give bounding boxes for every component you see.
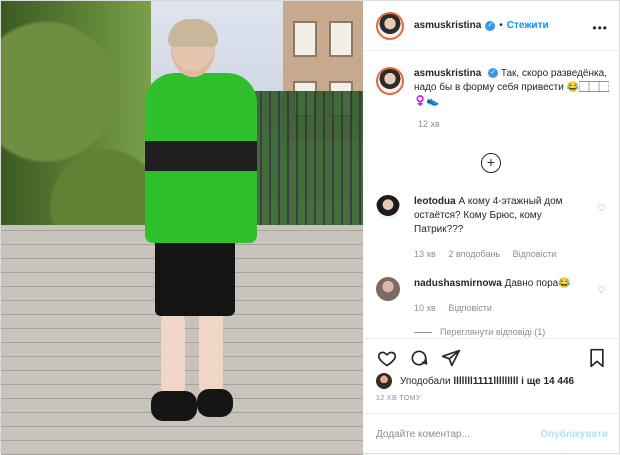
comment-icon-svg [411, 350, 428, 365]
share-icon[interactable] [440, 347, 462, 369]
instagram-post: asmuskristina ✓ • Стежити ••• asmuskrist… [0, 0, 620, 455]
view-replies-button[interactable]: Переглянути відповіді (1) [414, 327, 545, 337]
post-panel: asmuskristina ✓ • Стежити ••• asmuskrist… [364, 1, 620, 455]
caption-username[interactable]: asmuskristina [414, 68, 481, 79]
photo-person [141, 19, 261, 441]
bookmark-icon-svg [590, 348, 604, 367]
comment-avatar[interactable] [376, 195, 400, 219]
post-caption: asmuskristina ✓ Так, скоро разведёнка, н… [376, 67, 612, 129]
person-shoe [197, 389, 233, 417]
comment-text: Давно пора😂 [504, 278, 571, 289]
author-avatar[interactable] [376, 11, 404, 40]
replies-divider [414, 332, 432, 334]
verified-badge-icon: ✓ [488, 68, 499, 79]
comment-username[interactable]: leotodua [414, 196, 456, 207]
comment-username[interactable]: nadushasmirnowa [414, 278, 502, 289]
post-header: asmuskristina ✓ • Стежити ••• [364, 1, 620, 51]
comment-like-heart-icon[interactable]: ♡ [597, 285, 606, 296]
view-replies-label[interactable]: Переглянути відповіді (1) [440, 327, 545, 337]
post-photo[interactable] [1, 1, 363, 455]
person-hair [168, 19, 218, 47]
caption-avatar[interactable] [376, 67, 404, 95]
comment-avatar[interactable] [376, 277, 400, 301]
person-shoe [151, 391, 197, 421]
comment-likes[interactable]: 2 вподобань [448, 249, 500, 259]
ellipsis-icon[interactable]: ••• [592, 21, 608, 35]
comment-time: 13 хв [414, 249, 436, 259]
heart-icon[interactable] [376, 347, 398, 369]
comment-input[interactable] [376, 429, 526, 440]
publish-button[interactable]: Опублікувати [540, 429, 608, 440]
comment-reply-button[interactable]: Відповісти [448, 303, 492, 313]
likes-summary: Уподобали lllllll1111lllllllll і ще 14 4… [376, 373, 574, 389]
likes-count[interactable]: і ще 14 446 [521, 376, 574, 387]
comment-reply-button[interactable]: Відповісти [513, 249, 557, 259]
share-icon-svg [441, 349, 461, 366]
comment-icon[interactable] [408, 347, 430, 369]
person-leg [161, 311, 185, 396]
heart-icon-svg [377, 351, 397, 366]
load-more-comments-button[interactable]: + [481, 153, 501, 173]
header-separator: • [499, 20, 503, 31]
caption-text: asmuskristina ✓ Так, скоро разведёнка, н… [414, 67, 612, 109]
comment-time: 10 хв [414, 303, 436, 313]
likes-prefix: Уподобали [400, 375, 451, 387]
follow-button[interactable]: Стежити [507, 20, 549, 31]
liker-username[interactable]: lllllll1111lllllllll [453, 376, 518, 387]
caption-time: 12 хв [418, 119, 440, 129]
post-actions [364, 338, 620, 376]
building-window [329, 21, 353, 57]
add-comment-bar: Опублікувати [364, 413, 620, 455]
liker-avatar[interactable] [376, 373, 392, 389]
building-window [293, 21, 317, 57]
author-username[interactable]: asmuskristina [414, 20, 481, 31]
verified-badge-icon: ✓ [485, 20, 496, 31]
post-timestamp: 12 ХВ ТОМУ [376, 395, 421, 402]
jacket-band [145, 141, 257, 171]
bookmark-icon[interactable] [586, 347, 608, 369]
comment-like-heart-icon[interactable]: ♡ [597, 203, 606, 214]
